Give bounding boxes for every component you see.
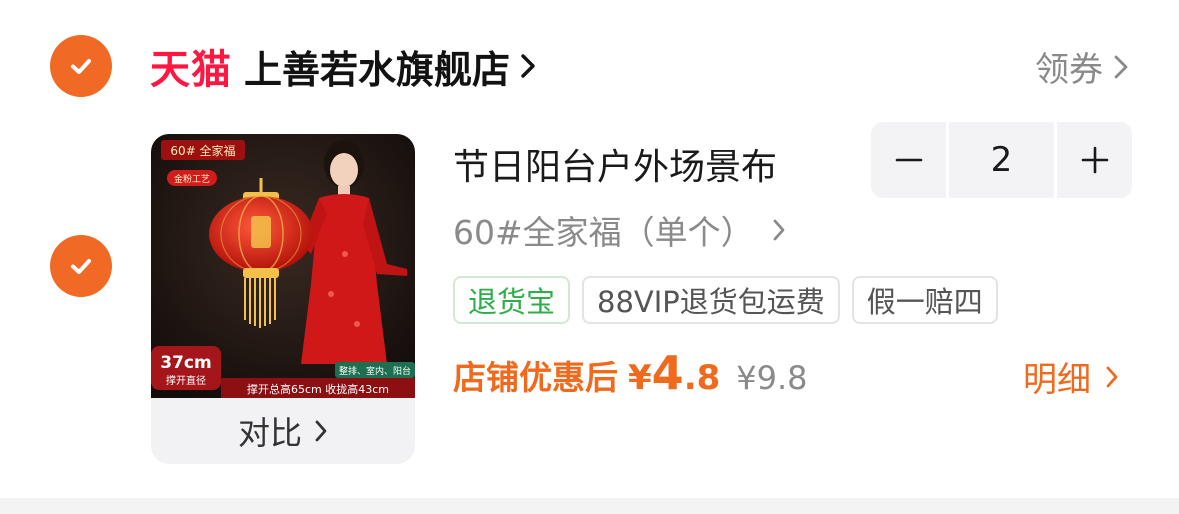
badge-craft-label: 金粉工艺 xyxy=(174,173,210,185)
service-tags: 退货宝 88VIP退货包运费 假一赔四 xyxy=(453,276,998,324)
decrease-button[interactable] xyxy=(871,122,946,198)
quantity-value[interactable]: 2 xyxy=(949,122,1054,198)
tag-return-insurance: 退货宝 xyxy=(453,276,571,324)
check-icon xyxy=(71,259,91,274)
sku-label: 60#全家福（单个） xyxy=(453,213,754,252)
detail-label: 明细 xyxy=(1023,360,1091,400)
price-row: 店铺优惠后 ¥ 4 .8 ¥9.8 xyxy=(453,346,808,406)
price-decimal: .8 xyxy=(683,358,721,398)
size-value-label: 37cm xyxy=(160,353,211,373)
tag-88vip-shipping: 88VIP退货包运费 xyxy=(582,276,840,324)
compare-label: 对比 xyxy=(237,414,302,452)
shop-header-link[interactable]: 天猫 上善若水旗舰店 xyxy=(150,36,540,96)
scene-label: 整排、室内、阳台 xyxy=(339,365,411,377)
shop-name: 上善若水旗舰店 xyxy=(244,47,511,92)
product-thumbnail-box: 60# 全家福 金粉工艺 37cm 撑开直径 整排、室内、阳台 撑开总高65cm… xyxy=(151,134,415,464)
chevron-right-icon xyxy=(773,219,785,241)
tmall-logo: 天猫 xyxy=(150,47,232,93)
shop-select-checkbox[interactable] xyxy=(50,35,112,97)
item-select-checkbox[interactable] xyxy=(50,235,112,297)
chevron-right-icon xyxy=(1106,366,1118,387)
chevron-right-icon xyxy=(315,420,327,442)
product-title[interactable]: 节日阳台户外场景布 xyxy=(453,138,777,190)
plus-icon xyxy=(1081,146,1108,174)
badge-top-label: 60# 全家福 xyxy=(170,143,235,158)
size-label: 撑开直径 xyxy=(166,374,206,387)
check-icon xyxy=(71,59,91,74)
price-currency: ¥ xyxy=(628,358,652,398)
minus-icon xyxy=(895,158,922,162)
coupon-label: 领券 xyxy=(1035,50,1103,90)
original-price: ¥9.8 xyxy=(736,359,808,397)
tag-fake-compensation: 假一赔四 xyxy=(851,276,998,324)
cart-shop-card: 天猫 上善若水旗舰店 领券 60# 全家福 金粉工艺 37cm 撑开直径 整排、… xyxy=(0,0,1179,498)
increase-button[interactable] xyxy=(1057,122,1132,198)
dims-label: 撑开总高65cm 收拢高43cm xyxy=(247,382,389,396)
price-detail-button[interactable]: 明细 xyxy=(1023,352,1119,401)
coupon-button[interactable]: 领券 xyxy=(1035,42,1129,91)
product-image[interactable]: 60# 全家福 金粉工艺 37cm 撑开直径 整排、室内、阳台 撑开总高65cm… xyxy=(151,134,415,398)
price-label: 店铺优惠后 xyxy=(453,358,618,397)
price-integer: 4 xyxy=(651,346,684,400)
quantity-stepper: 2 xyxy=(871,122,1135,198)
chevron-right-icon xyxy=(1114,55,1128,78)
section-divider xyxy=(0,498,1179,514)
chevron-right-icon xyxy=(521,54,535,78)
sku-selector[interactable]: 60#全家福（单个） xyxy=(453,206,786,254)
compare-button[interactable]: 对比 xyxy=(151,398,415,464)
